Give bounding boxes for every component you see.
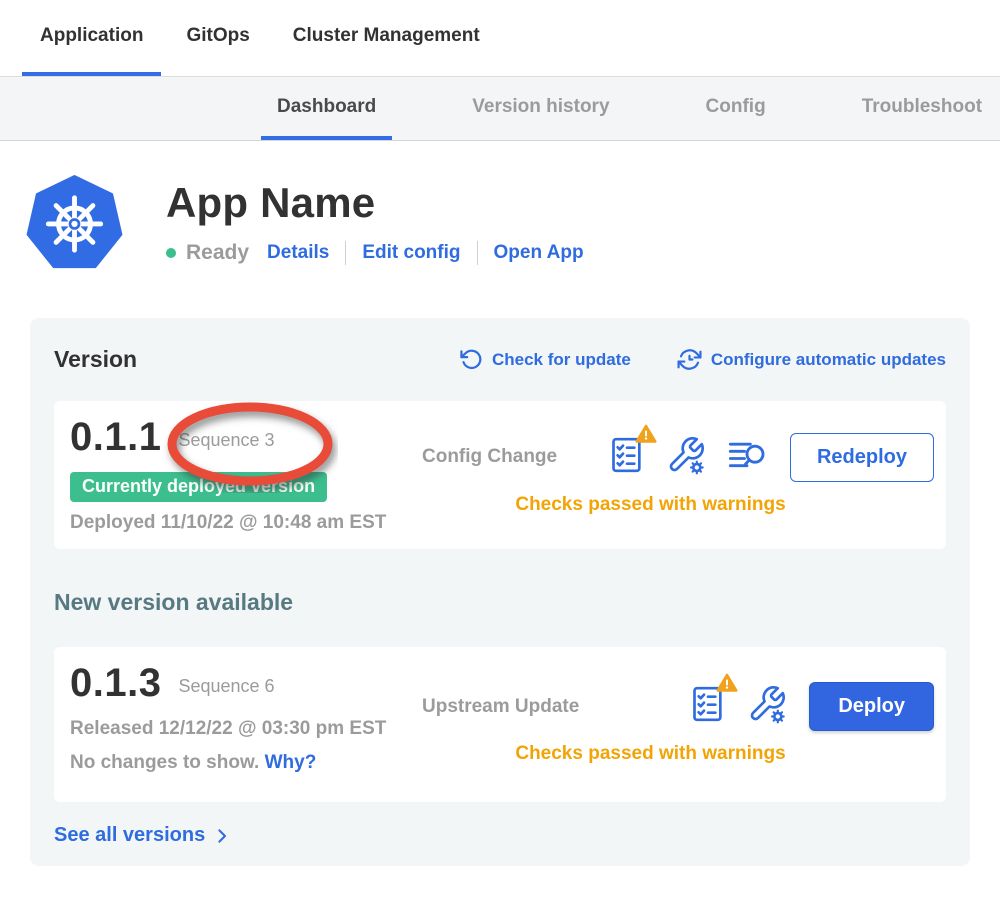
top-nav: Application GitOps Cluster Management [0,0,1000,76]
current-version-sequence: Sequence 3 [178,430,274,451]
available-version-number: 0.1.3 [70,661,161,706]
divider [477,241,478,265]
warning-triangle-icon [635,424,657,444]
released-timestamp: Released 12/12/22 @ 03:30 pm EST [70,718,422,740]
version-source-label: Upstream Update [422,696,579,718]
ready-status-dot [166,248,176,258]
tab-gitops[interactable]: GitOps [168,0,267,76]
open-app-link[interactable]: Open App [494,242,584,264]
see-all-versions-link[interactable]: See all versions [54,824,946,847]
preflight-checks-icon[interactable] [687,683,727,730]
app-status: Ready [186,241,249,265]
current-version-number: 0.1.1 [70,415,161,460]
preflight-checks-icon[interactable] [606,434,646,481]
refresh-icon [460,348,483,371]
current-version-card: 0.1.1 Sequence 3 Currently deployed vers… [54,401,946,549]
tab-dashboard[interactable]: Dashboard [261,77,392,140]
available-version-sequence: Sequence 6 [178,676,274,697]
tab-cluster-management[interactable]: Cluster Management [275,0,498,76]
chevron-right-icon [213,826,231,846]
tab-application[interactable]: Application [22,0,161,76]
app-header: App Name Ready Details Edit config Open … [26,173,1000,273]
auto-update-clock-icon [677,347,702,372]
edit-config-link[interactable]: Edit config [362,242,460,264]
new-version-heading: New version available [54,589,946,616]
warning-triangle-icon [716,673,738,693]
divider [345,241,346,265]
redeploy-button[interactable]: Redeploy [790,433,934,482]
why-link[interactable]: Why? [265,752,317,773]
available-version-card: 0.1.3 Sequence 6 Released 12/12/22 @ 03:… [54,647,946,802]
tab-config[interactable]: Config [690,77,782,140]
version-panel: Version Check for update Configure autom… [30,318,970,866]
no-changes-text: No changes to show. [70,752,259,773]
version-panel-title: Version [54,346,137,373]
view-diff-icon[interactable] [726,435,768,480]
tab-troubleshoot[interactable]: Troubleshoot [846,77,998,140]
configure-automatic-updates-button[interactable]: Configure automatic updates [677,347,946,372]
tab-version-history[interactable]: Version history [456,77,625,140]
check-for-update-button[interactable]: Check for update [460,348,631,371]
kubernetes-logo-icon [26,173,123,273]
currently-deployed-badge: Currently deployed version [70,472,327,502]
config-wrench-icon[interactable] [747,683,787,730]
sub-nav: Dashboard Version history Config Trouble… [0,76,1000,141]
preflight-status-text: Checks passed with warnings [422,494,934,516]
preflight-status-text: Checks passed with warnings [422,743,934,765]
deploy-button[interactable]: Deploy [809,682,934,731]
deployed-timestamp: Deployed 11/10/22 @ 10:48 am EST [70,512,422,534]
version-source-label: Config Change [422,446,557,468]
config-wrench-icon[interactable] [666,434,706,481]
page-title: App Name [166,179,584,227]
details-link[interactable]: Details [267,242,329,264]
